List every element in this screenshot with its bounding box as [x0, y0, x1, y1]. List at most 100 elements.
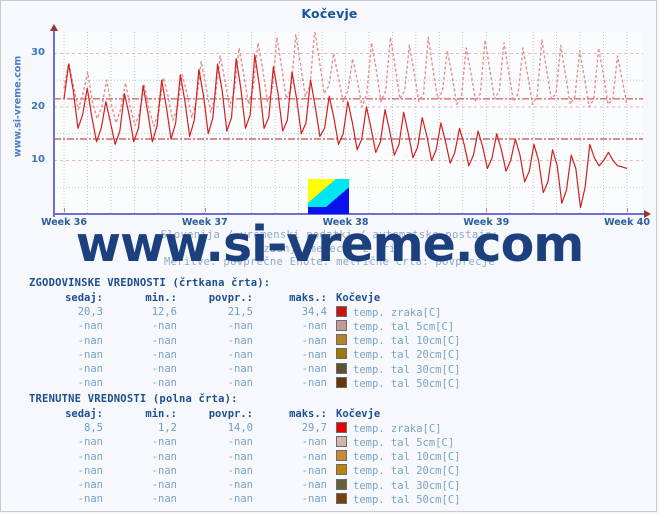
- table-row: -nan -nan -nan -nan temp. tal 50cm[C]: [29, 492, 460, 506]
- table-row: -nan -nan -nan -nan temp. tal 30cm[C]: [29, 362, 460, 376]
- series-legend-label: temp. tal 20cm[C]: [327, 464, 460, 478]
- series-legend-label: temp. tal 10cm[C]: [327, 334, 460, 348]
- legend-color-swatch-icon: [336, 478, 347, 490]
- cell-povpr: -nan: [227, 450, 253, 463]
- cell-min: -nan: [151, 377, 177, 390]
- x-axis-tick-mark: [64, 208, 65, 212]
- historical-table-title: ZGODOVINSKE VREDNOSTI (črtkana črta):: [29, 277, 271, 289]
- historical-temperature-line: [63, 32, 628, 127]
- x-axis: [53, 213, 645, 215]
- legend-color-swatch-icon: [336, 464, 347, 476]
- cell-sedaj: -nan: [77, 464, 103, 477]
- cell-maks: -nan: [301, 320, 327, 333]
- cell-maks: -nan: [301, 436, 327, 449]
- cell-povpr: -nan: [227, 363, 253, 376]
- cell-sedaj: -nan: [77, 334, 103, 347]
- column-header: Kočevje: [336, 408, 381, 421]
- column-header: povpr.:: [208, 408, 253, 421]
- cell-sedaj: -nan: [77, 348, 103, 361]
- legend-color-swatch-icon: [336, 421, 347, 433]
- cell-sedaj: -nan: [77, 436, 103, 449]
- series-legend-label: temp. tal 30cm[C]: [327, 478, 460, 492]
- legend-color-swatch-icon: [336, 348, 347, 360]
- cell-min: -nan: [151, 363, 177, 376]
- series-legend-label: temp. tal 50cm[C]: [327, 492, 460, 506]
- series-legend-label: temp. tal 50cm[C]: [327, 376, 460, 390]
- cell-min: -nan: [151, 493, 177, 506]
- current-table-title: TRENUTNE VREDNOSTI (polna črta):: [29, 393, 238, 405]
- table-row: -nan -nan -nan -nan temp. tal 50cm[C]: [29, 376, 460, 390]
- table-row: -nan -nan -nan -nan temp. tal 20cm[C]: [29, 348, 460, 362]
- series-legend-label: temp. tal 5cm[C]: [327, 319, 460, 333]
- page-title: Kočevje: [301, 6, 358, 21]
- cell-min: -nan: [151, 450, 177, 463]
- series-legend-label: temp. zraka[C]: [327, 305, 460, 319]
- cell-povpr: -nan: [227, 377, 253, 390]
- table-header-row: sedaj: min.: povpr.: maks.: Kočevje: [29, 291, 460, 305]
- y-axis: [53, 29, 55, 217]
- cell-min: -nan: [151, 348, 177, 361]
- column-header: min.:: [145, 292, 177, 305]
- cell-sedaj: -nan: [77, 493, 103, 506]
- table-row: -nan -nan -nan -nan temp. tal 30cm[C]: [29, 478, 460, 492]
- series-legend-label: temp. tal 5cm[C]: [327, 435, 460, 449]
- cell-min: -nan: [151, 464, 177, 477]
- series-legend-label: temp. tal 10cm[C]: [327, 450, 460, 464]
- cell-povpr: 21,5: [227, 306, 253, 319]
- table-row: -nan -nan -nan -nan temp. tal 10cm[C]: [29, 334, 460, 348]
- column-header: maks.:: [289, 408, 327, 421]
- legend-color-swatch-icon: [336, 362, 347, 374]
- legend-color-swatch-icon: [336, 334, 347, 346]
- cell-maks: 29,7: [301, 422, 327, 435]
- cell-povpr: -nan: [227, 334, 253, 347]
- series-legend-label: temp. tal 20cm[C]: [327, 348, 460, 362]
- cell-maks: -nan: [301, 450, 327, 463]
- x-axis-tick-mark: [486, 208, 488, 212]
- cell-povpr: -nan: [227, 436, 253, 449]
- legend-color-swatch-icon: [336, 319, 347, 331]
- x-axis-tick-mark: [627, 208, 628, 212]
- table-row: -nan -nan -nan -nan temp. tal 5cm[C]: [29, 319, 460, 333]
- column-header: maks.:: [289, 292, 327, 305]
- historical-values-table: ZGODOVINSKE VREDNOSTI (črtkana črta): se…: [29, 277, 460, 390]
- cell-sedaj: -nan: [77, 320, 103, 333]
- legend-color-swatch-icon: [336, 305, 347, 317]
- cell-povpr: -nan: [227, 320, 253, 333]
- cell-maks: -nan: [301, 493, 327, 506]
- cell-maks: -nan: [301, 348, 327, 361]
- table-row: -nan -nan -nan -nan temp. tal 20cm[C]: [29, 464, 460, 478]
- cell-min: 1,2: [158, 422, 177, 435]
- cell-min: -nan: [151, 320, 177, 333]
- cell-povpr: -nan: [227, 464, 253, 477]
- column-header: sedaj:: [65, 408, 103, 421]
- table-row: -nan -nan -nan -nan temp. tal 5cm[C]: [29, 435, 460, 449]
- cell-maks: -nan: [301, 377, 327, 390]
- y-axis-arrow-icon: [50, 24, 58, 31]
- table-row: 8,5 1,2 14,0 29,7 temp. zraka[C]: [29, 421, 460, 435]
- series-legend-label: temp. tal 30cm[C]: [327, 362, 460, 376]
- cell-min: 12,6: [151, 306, 177, 319]
- cell-povpr: 14,0: [227, 422, 253, 435]
- table-row: 20,3 12,6 21,5 34,4 temp. zraka[C]: [29, 305, 460, 319]
- cell-maks: -nan: [301, 464, 327, 477]
- cell-sedaj: 20,3: [77, 306, 103, 319]
- cell-sedaj: 8,5: [84, 422, 103, 435]
- cell-maks: 34,4: [301, 306, 327, 319]
- cell-sedaj: -nan: [77, 377, 103, 390]
- y-axis-tick-label: 10: [31, 154, 45, 166]
- column-header: povpr.:: [208, 292, 253, 305]
- si-vreme-logo-bar-icon: [308, 207, 349, 214]
- cell-min: -nan: [151, 479, 177, 492]
- cell-maks: -nan: [301, 479, 327, 492]
- cell-povpr: -nan: [227, 493, 253, 506]
- historical-table: sedaj: min.: povpr.: maks.: Kočevje 20,3 12,6 2…: [29, 291, 460, 390]
- cell-povpr: -nan: [227, 348, 253, 361]
- current-values-table: TRENUTNE VREDNOSTI (polna črta): sedaj: m…: [29, 393, 460, 506]
- cell-maks: -nan: [301, 363, 327, 376]
- cell-sedaj: -nan: [77, 450, 103, 463]
- table-row: -nan -nan -nan -nan temp. tal 10cm[C]: [29, 450, 460, 464]
- cell-min: -nan: [151, 334, 177, 347]
- y-axis-tick-label: 20: [31, 100, 45, 112]
- cell-sedaj: -nan: [77, 479, 103, 492]
- series-legend-label: temp. zraka[C]: [327, 421, 460, 435]
